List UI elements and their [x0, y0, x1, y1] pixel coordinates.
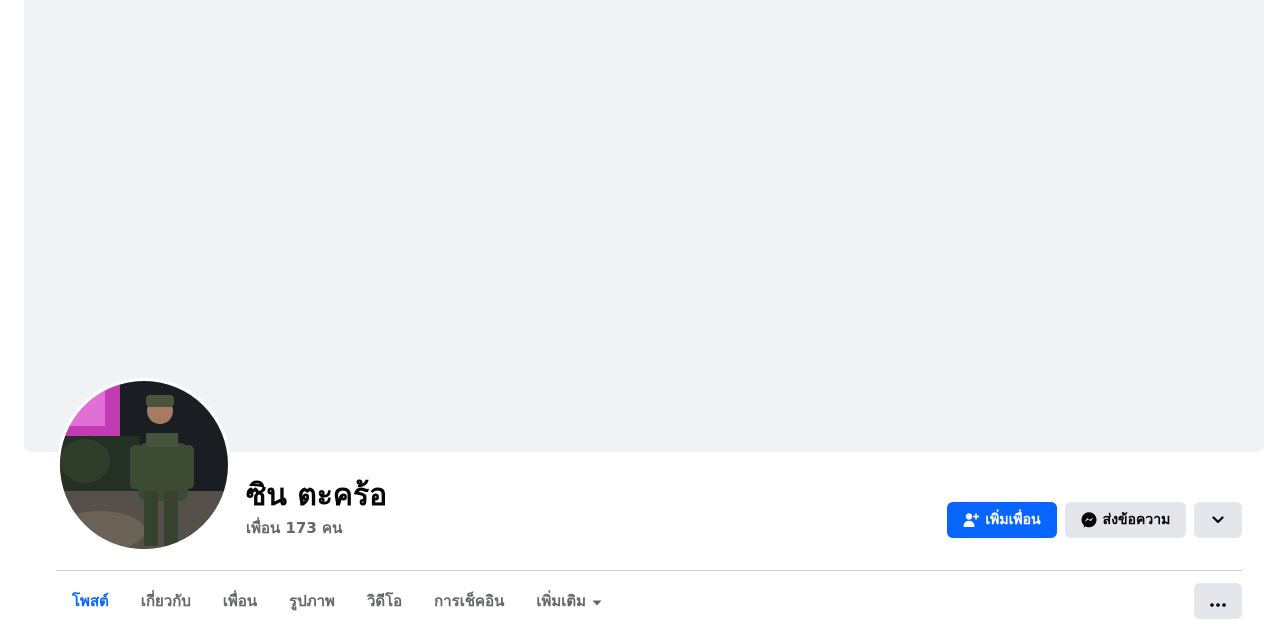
tab-check-ins[interactable]: การเช็คอิน [418, 584, 520, 618]
tab-posts[interactable]: โพสต์ [56, 584, 125, 618]
message-label: ส่งข้อความ [1102, 512, 1171, 528]
tab-photos[interactable]: รูปภาพ [273, 584, 351, 618]
tab-label: วิดีโอ [366, 592, 403, 610]
tab-videos[interactable]: วิดีโอ [351, 584, 418, 618]
profile-tabs: โพสต์ เกี่ยวกับ เพื่อน รูปภาพ วิดีโอ การ… [56, 584, 618, 618]
messenger-icon [1081, 512, 1097, 528]
tab-label: เพิ่มเติม [536, 592, 587, 610]
tab-more[interactable]: เพิ่มเติม [520, 584, 618, 618]
add-friend-label: เพิ่มเพื่อน [985, 512, 1041, 528]
tab-friends[interactable]: เพื่อน [207, 584, 273, 618]
tab-label: รูปภาพ [289, 592, 335, 610]
profile-name: ซิน ตะคร้อ [246, 478, 388, 513]
message-button[interactable]: ส่งข้อความ [1065, 502, 1186, 538]
ellipsis-icon [1210, 592, 1226, 611]
tab-label: เพื่อน [222, 592, 258, 610]
friends-count[interactable]: เพื่อน 173 คน [246, 518, 342, 538]
more-options-button[interactable] [1194, 583, 1242, 619]
profile-avatar[interactable] [57, 378, 231, 552]
tab-about[interactable]: เกี่ยวกับ [125, 584, 207, 618]
profile-options-button[interactable] [1194, 502, 1242, 538]
section-divider [56, 570, 1242, 571]
profile-photo [60, 381, 228, 549]
caret-down-icon [592, 584, 602, 618]
tab-label: โพสต์ [72, 592, 109, 610]
cover-photo[interactable] [24, 0, 1264, 452]
chevron-down-icon [1212, 516, 1224, 524]
tab-label: เกี่ยวกับ [140, 592, 191, 610]
add-friend-button[interactable]: เพิ่มเพื่อน [947, 502, 1057, 538]
person-plus-icon [963, 512, 980, 528]
tab-label: การเช็คอิน [434, 592, 505, 610]
